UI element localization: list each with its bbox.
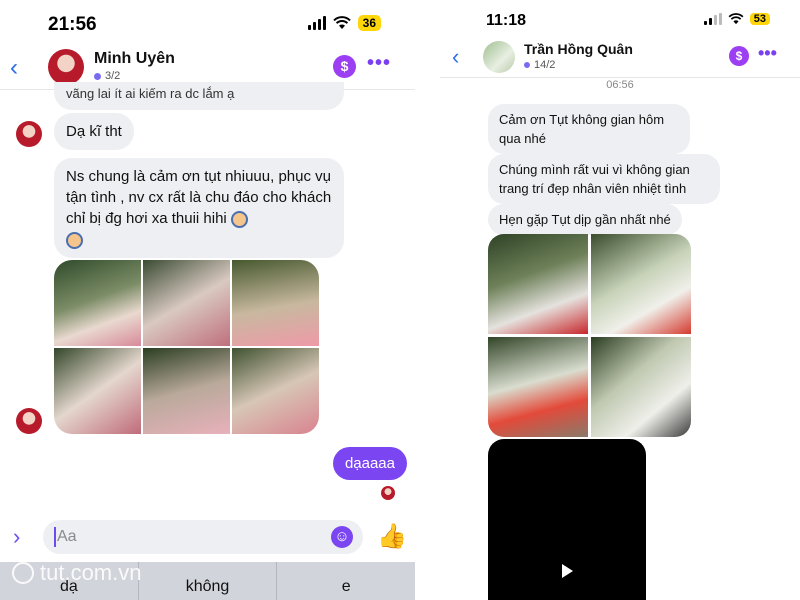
photo-thumbnail[interactable] bbox=[488, 337, 588, 437]
message-bubble-partial: vãng lai ít ai kiếm ra dc lắm ạ bbox=[54, 82, 344, 110]
photo-thumbnail[interactable] bbox=[232, 260, 319, 346]
signal-icon bbox=[307, 16, 326, 30]
battery-indicator: 53 bbox=[749, 13, 770, 25]
contact-name[interactable]: Trần Hồng Quân bbox=[524, 41, 633, 57]
sender-avatar bbox=[16, 408, 42, 434]
like-button[interactable]: 👍 bbox=[377, 522, 407, 551]
status-time: 11:18 bbox=[486, 12, 527, 29]
play-icon[interactable] bbox=[562, 564, 573, 578]
right-chat-screen: 11:18 53 ‹ Trần Hồng Quân 14/2 $ ••• 06:… bbox=[440, 0, 800, 600]
contact-subtitle: 14/2 bbox=[524, 59, 555, 71]
suggestion-item[interactable]: không bbox=[139, 562, 278, 600]
message-bubble: Dạ kĩ tht bbox=[54, 113, 134, 150]
sender-avatar bbox=[16, 121, 42, 147]
photo-thumbnail[interactable] bbox=[54, 348, 141, 434]
message-input-placeholder: Aa bbox=[57, 528, 77, 545]
video-message[interactable] bbox=[488, 439, 646, 600]
watermark-text: tut.com.vn bbox=[40, 560, 142, 585]
photo-thumbnail[interactable] bbox=[488, 234, 588, 334]
photo-thumbnail[interactable] bbox=[591, 337, 691, 437]
screenshot-root: 21:56 36 ‹ Minh Uyên 3/2 $ ••• vãng lai … bbox=[0, 0, 800, 600]
watermark: tut.com.vn bbox=[12, 560, 141, 586]
back-button[interactable]: ‹ bbox=[10, 54, 18, 82]
status-icons: 36 bbox=[307, 15, 381, 31]
suggestion-item[interactable]: e bbox=[277, 562, 415, 600]
contact-subtitle-text: 14/2 bbox=[534, 59, 556, 71]
message-bubble: Cảm ơn Tụt không gian hôm qua nhé bbox=[488, 104, 690, 154]
status-icons: 53 bbox=[703, 13, 770, 25]
photo-thumbnail[interactable] bbox=[143, 260, 230, 346]
message-timestamp: 06:56 bbox=[606, 79, 634, 91]
panel-divider bbox=[415, 0, 440, 600]
status-time: 21:56 bbox=[48, 14, 97, 35]
text-caret bbox=[54, 527, 56, 547]
more-options-button[interactable]: ••• bbox=[367, 52, 391, 75]
message-composer: › Aa ☺ 👍 bbox=[0, 518, 415, 558]
watermark-logo-icon bbox=[12, 562, 34, 584]
contact-subtitle: 3/2 bbox=[94, 70, 120, 82]
photo-album[interactable] bbox=[54, 260, 319, 434]
contact-avatar[interactable] bbox=[48, 49, 84, 85]
expand-actions-button[interactable]: › bbox=[13, 524, 20, 550]
chat-header: ‹ Trần Hồng Quân 14/2 $ ••• bbox=[440, 36, 800, 78]
emoji-icon bbox=[230, 210, 248, 228]
emoji-icon bbox=[66, 231, 83, 249]
status-bar: 21:56 36 bbox=[0, 0, 415, 48]
presence-dot-icon bbox=[94, 72, 101, 80]
more-options-button[interactable]: ••• bbox=[758, 43, 777, 64]
message-bubble: Chúng mình rất vui vì không gian trang t… bbox=[488, 154, 720, 204]
wifi-icon bbox=[728, 13, 744, 25]
photo-thumbnail[interactable] bbox=[54, 260, 141, 346]
contact-name[interactable]: Minh Uyên bbox=[94, 50, 175, 68]
payment-icon[interactable]: $ bbox=[729, 46, 749, 66]
signal-icon bbox=[703, 13, 722, 25]
presence-dot-icon bbox=[524, 62, 530, 68]
battery-indicator: 36 bbox=[357, 15, 381, 31]
contact-avatar[interactable] bbox=[483, 41, 515, 73]
photo-thumbnail[interactable] bbox=[232, 348, 319, 434]
left-chat-screen: 21:56 36 ‹ Minh Uyên 3/2 $ ••• vãng lai … bbox=[0, 0, 415, 600]
wifi-icon bbox=[332, 16, 351, 29]
payment-icon[interactable]: $ bbox=[333, 55, 356, 78]
message-bubble: Hẹn gặp Tụt dịp gần nhất nhé bbox=[488, 204, 682, 235]
message-text: Ns chung là cảm ơn tụt nhiuuu, phục vụ t… bbox=[66, 168, 332, 227]
contact-subtitle-text: 3/2 bbox=[105, 70, 121, 82]
emoji-button[interactable]: ☺ bbox=[331, 526, 353, 548]
back-button[interactable]: ‹ bbox=[452, 44, 459, 70]
photo-thumbnail[interactable] bbox=[591, 234, 691, 334]
sent-message-bubble: dạaaaa bbox=[332, 447, 407, 480]
photo-album[interactable] bbox=[488, 234, 691, 437]
seen-avatar-icon bbox=[381, 486, 395, 500]
photo-thumbnail[interactable] bbox=[143, 348, 230, 434]
message-input[interactable]: Aa ☺ bbox=[43, 520, 363, 554]
message-bubble-long: Ns chung là cảm ơn tụt nhiuuu, phục vụ t… bbox=[54, 158, 344, 258]
